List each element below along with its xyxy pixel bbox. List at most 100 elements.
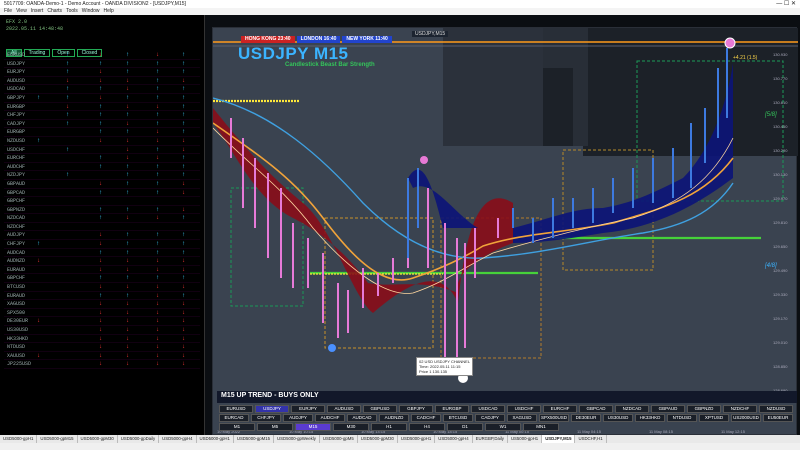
symbol-button-btcusd[interactable]: BTCUSD <box>443 414 473 422</box>
symbol-button-gbpnzd[interactable]: GBPNZD <box>687 405 721 413</box>
pair-row[interactable]: EURUSD ↑ ↓ ↑ ↓ ↑ <box>4 51 200 60</box>
timeframe-button-m1[interactable]: M1 <box>219 423 255 431</box>
pair-row[interactable]: GBPJPY ↑ ↑ ↓ ↑ ↑ ↑ <box>4 94 200 103</box>
pair-row[interactable]: GBPCHF <box>4 197 200 206</box>
pair-row[interactable]: XAUUSD ↓ ↓ ↓ ↓ ↓ <box>4 352 200 361</box>
timeframe-button-d1[interactable]: D1 <box>447 423 483 431</box>
symbol-button-de30eur[interactable]: DE30EUR <box>571 414 601 422</box>
symbol-button-eurchf[interactable]: EURCHF <box>543 405 577 413</box>
pair-row[interactable]: XAGUSD ↓ ↓ ↓ ↓ <box>4 300 200 309</box>
symbol-button-eu50eur[interactable]: EU50EUR <box>763 414 793 422</box>
pair-row[interactable]: USDCAD ↑ ↑ ↓ ↑ ↑ <box>4 85 200 94</box>
pair-row[interactable]: CHFJPY ↑ ↓ ↑ ↑ ↑ <box>4 240 200 249</box>
chart-tab[interactable]: USD5000-gpH4 <box>159 435 197 443</box>
symbol-button-eurgbp[interactable]: EURGBP <box>435 405 469 413</box>
symbol-button-usdjpy[interactable]: USDJPY <box>255 405 289 413</box>
symbol-button-audusd[interactable]: AUDUSD <box>327 405 361 413</box>
pair-row[interactable]: EURGBP ↑ ↑ ↓ ↑ <box>4 128 200 137</box>
symbol-button-gbpjpy[interactable]: GBPJPY <box>399 405 433 413</box>
timeframe-button-m5[interactable]: M5 <box>257 423 293 431</box>
pair-row[interactable]: USDCHF ↑ ↓ ↑ ↓ <box>4 146 200 155</box>
pair-row[interactable]: SPX500 ↓ ↓ ↓ ↓ <box>4 309 200 318</box>
pair-row[interactable]: EURGBP ↓ ↑ ↓ ↓ ↑ <box>4 103 200 112</box>
menu-item-help[interactable]: Help <box>104 8 114 14</box>
pair-row[interactable]: NZDCHF <box>4 223 200 232</box>
symbol-button-gbpaud[interactable]: GBPAUD <box>651 405 685 413</box>
symbol-button-eurcad[interactable]: EURCAD <box>219 414 249 422</box>
chart-tab[interactable]: USD5000-gpH1 <box>0 435 38 443</box>
pair-row[interactable]: EURAUD ↓ ↓ ↓ ↓ <box>4 266 200 275</box>
pair-row[interactable]: USDJPY ↑ ↑ ↑ ↑ ↑ <box>4 60 200 69</box>
menu-item-view[interactable]: View <box>16 8 27 14</box>
symbol-button-gbpcad[interactable]: GBPCAD <box>579 405 613 413</box>
pair-row[interactable]: NTDUSD ↓ ↓ ↓ ↓ <box>4 343 200 352</box>
timeframe-button-h4[interactable]: H4 <box>409 423 445 431</box>
chart-tab[interactable]: USD5000-gpWeekly <box>274 435 320 443</box>
timeframe-button-w1[interactable]: W1 <box>485 423 521 431</box>
symbol-button-xptusd[interactable]: XPTUSD <box>699 414 729 422</box>
symbol-button-usdcad[interactable]: USDCAD <box>471 405 505 413</box>
symbol-button-chfjpy[interactable]: CHFJPY <box>251 414 281 422</box>
pair-row[interactable]: GBPNZD ↑ ↑ ↑ ↓ <box>4 206 200 215</box>
chart-tab[interactable]: USDCHF,H1 <box>575 435 607 443</box>
menu-item-charts[interactable]: Charts <box>47 8 62 14</box>
menu-item-tools[interactable]: Tools <box>66 8 78 14</box>
pair-row[interactable]: CADJPY ↑ ↑ ↓ ↑ ↑ <box>4 120 200 129</box>
chart-tab[interactable]: USD5000-gpM15 <box>234 435 275 443</box>
price-chart[interactable]: 130.930 130.770 130.610 130.450 130.290 130.1… <box>212 28 798 436</box>
symbol-button-usdchf[interactable]: USDCHF <box>507 405 541 413</box>
symbol-button-cadjpy[interactable]: CADJPY <box>475 414 505 422</box>
pair-row[interactable]: GBPCAD ↑ ↑ ↑ ↓ <box>4 189 200 198</box>
symbol-button-eurusd[interactable]: EURUSD <box>219 405 253 413</box>
chart-tab[interactable]: USD5000-gpH1 <box>398 435 436 443</box>
timeframe-button-mn1[interactable]: MN1 <box>523 423 559 431</box>
pair-row[interactable]: AUDCAD ↑ ↑ ↑ ↑ <box>4 249 200 258</box>
pair-row[interactable]: US30USD ↓ ↓ ↓ ↓ <box>4 326 200 335</box>
chart-tab[interactable]: USD5000-gpM30 <box>78 435 118 443</box>
pair-row[interactable]: EURAUD ↑ ↑ ↓ ↑ <box>4 292 200 301</box>
menu-item-insert[interactable]: Insert <box>31 8 44 14</box>
symbol-button-gbpusd[interactable]: GBPUSD <box>363 405 397 413</box>
pair-row[interactable]: DE30EUR ↓ ↓ ↓ ↓ ↓ <box>4 317 200 326</box>
chart-tab[interactable]: USD5000-gpH1 <box>197 435 234 443</box>
pair-row[interactable]: HK33HKD ↓ ↓ ↓ ↓ <box>4 335 200 344</box>
timeframe-button-m15[interactable]: M15 <box>295 423 331 431</box>
symbol-button-nzdusd[interactable]: NZDUSD <box>759 405 793 413</box>
pair-row[interactable]: AUDUSD ↓ ↓ ↓ ↑ ↓ <box>4 77 200 86</box>
chart-tab[interactable]: USD5000-gpM5 <box>320 435 358 443</box>
symbol-button-eurjpy[interactable]: EURJPY <box>291 405 325 413</box>
chart-tab[interactable]: USD5000-gpM30 <box>358 435 398 443</box>
symbol-button-audjpy[interactable]: AUDJPY <box>283 414 313 422</box>
pair-row[interactable]: AUDCHF ↑ ↑ ↑ ↑ <box>4 163 200 172</box>
pair-row[interactable]: EURCHF ↑ ↓ ↓ ↑ <box>4 154 200 163</box>
chart-tab[interactable]: US5000-gpH1 <box>508 435 543 443</box>
symbol-button-cadchf[interactable]: CADCHF <box>411 414 441 422</box>
chart-tab[interactable]: USD5000-gpM15 <box>37 435 78 443</box>
chart-window[interactable]: 130.930 130.770 130.610 130.450 130.290 130.1… <box>205 15 800 435</box>
pair-row[interactable]: AUDNZD ↓ ↓ ↓ ↓ ↓ <box>4 257 200 266</box>
timeframe-button-m30[interactable]: M30 <box>333 423 369 431</box>
chart-tab[interactable]: USDJPY,M15 <box>542 435 576 443</box>
pair-row[interactable]: GBPAUD ↓ ↑ ↑ ↓ <box>4 180 200 189</box>
symbol-button-spx500usd[interactable]: SPX500USD <box>539 414 569 422</box>
menu-item-file[interactable]: File <box>4 8 12 14</box>
chart-tab[interactable]: USD5000-gpDaily <box>118 435 160 443</box>
pair-row[interactable]: NZDJPY ↑ ↑ ↑ ↑ <box>4 171 200 180</box>
chart-tab[interactable]: EURGBP,Daily <box>473 435 508 443</box>
timeframe-button-h1[interactable]: H1 <box>371 423 407 431</box>
symbol-button-xagusd[interactable]: XAGUSD <box>507 414 537 422</box>
pair-row[interactable]: JP225USD ↓ ↓ ↓ ↓ <box>4 360 200 369</box>
symbol-button-nzdchf[interactable]: NZDCHF <box>723 405 757 413</box>
symbol-button-us2000usd[interactable]: US2000USD <box>731 414 761 422</box>
symbol-button-audnzd[interactable]: AUDNZD <box>379 414 409 422</box>
pair-row[interactable]: CHFJPY ↑ ↑ ↑ ↑ ↑ <box>4 111 200 120</box>
menu-item-window[interactable]: Window <box>82 8 100 14</box>
symbol-button-us30usd[interactable]: US30USD <box>603 414 633 422</box>
chart-canvas[interactable]: 130.930 130.770 130.610 130.450 130.290 130.1… <box>212 27 798 436</box>
pair-row[interactable]: EURJPY ↑ ↓ ↑ ↑ ↑ <box>4 68 200 77</box>
window-controls[interactable]: — ☐ ✕ <box>776 0 796 8</box>
pair-row[interactable]: NZDCAD ↑ ↓ ↓ ↑ <box>4 214 200 223</box>
symbol-button-audcad[interactable]: AUDCAD <box>347 414 377 422</box>
pair-row[interactable]: GBPCHF ↑ ↑ ↑ ↑ <box>4 274 200 284</box>
pair-row[interactable]: NZDUSD ↑ ↓ ↓ ↓ ↓ <box>4 137 200 146</box>
